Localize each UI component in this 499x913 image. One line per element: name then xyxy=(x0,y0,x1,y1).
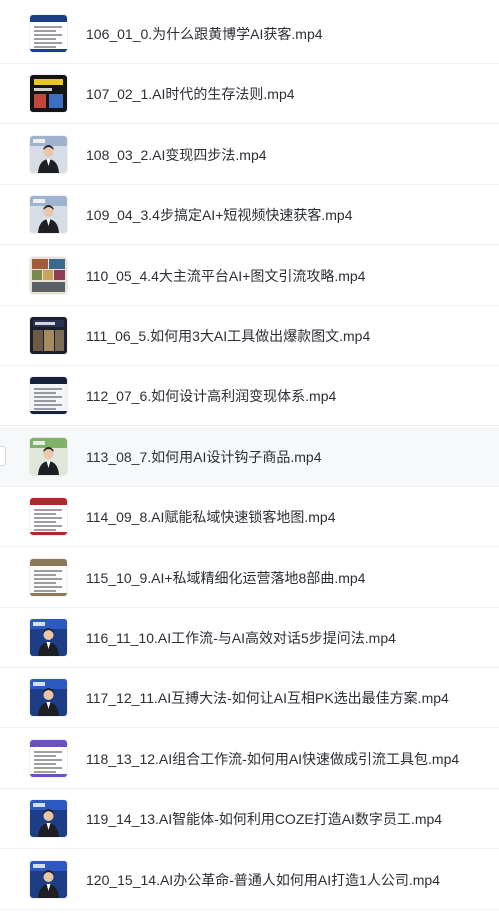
file-row[interactable]: 107_02_1.AI时代的生存法则.mp4 xyxy=(0,64,499,125)
video-thumbnail-dark xyxy=(30,75,67,113)
file-name: 120_15_14.AI办公革命-普通人如何用AI打造1人公司.mp4 xyxy=(86,871,440,888)
file-row[interactable]: 106_01_0.为什么跟黄博学AI获客.mp4 xyxy=(0,4,499,64)
file-row[interactable]: 118_13_12.AI组合工作流-如何用AI快速做成引流工具包.mp4 xyxy=(0,729,499,789)
file-name: 108_03_2.AI变现四步法.mp4 xyxy=(86,146,267,163)
file-row[interactable]: 112_07_6.如何设计高利润变现体系.mp4 xyxy=(0,366,499,427)
video-thumbnail-presenter xyxy=(30,135,67,173)
file-row[interactable]: 113_08_7.如何用AI设计钩子商品.mp4 xyxy=(0,426,499,487)
video-thumbnail-doc-light xyxy=(30,558,67,596)
file-row[interactable]: 114_09_8.AI赋能私域快速锁客地图.mp4 xyxy=(0,487,499,548)
row-select-handle[interactable] xyxy=(0,445,6,466)
file-row[interactable]: 116_11_10.AI工作流-与AI高效对话5步提问法.mp4 xyxy=(0,608,499,668)
file-row[interactable]: 111_06_5.如何用3大AI工具做出爆款图文.mp4 xyxy=(0,306,499,366)
file-row[interactable]: 109_04_3.4步搞定AI+短视频快速获客.mp4 xyxy=(0,185,499,246)
file-name: 115_10_9.AI+私域精细化运营落地8部曲.mp4 xyxy=(86,569,366,586)
video-thumbnail-presenter xyxy=(30,196,67,234)
video-thumbnail-doc-purple xyxy=(30,739,67,777)
video-thumbnail-collage xyxy=(30,256,67,294)
file-row[interactable]: 117_12_11.AI互搏大法-如何让AI互相PK选出最佳方案.mp4 xyxy=(0,668,499,729)
video-thumbnail-doc-red xyxy=(30,498,67,536)
file-name: 113_08_7.如何用AI设计钩子商品.mp4 xyxy=(86,448,322,465)
file-row[interactable]: 108_03_2.AI变现四步法.mp4 xyxy=(0,125,499,185)
file-name: 112_07_6.如何设计高利润变现体系.mp4 xyxy=(86,388,337,405)
file-name: 119_14_13.AI智能体-如何利用COZE打造AI数字员工.mp4 xyxy=(86,811,443,828)
video-thumbnail-doc-dark xyxy=(30,377,67,415)
file-name: 114_09_8.AI赋能私域快速锁客地图.mp4 xyxy=(86,509,336,526)
video-thumbnail-presenter-blue xyxy=(30,800,67,838)
video-thumbnail-presenter-blue xyxy=(30,679,67,717)
file-name: 107_02_1.AI时代的生存法则.mp4 xyxy=(86,86,295,103)
video-thumbnail-collage-dark xyxy=(30,317,67,354)
video-thumbnail-presenter-blue xyxy=(30,619,67,656)
file-name: 116_11_10.AI工作流-与AI高效对话5步提问法.mp4 xyxy=(86,630,396,646)
video-thumbnail-doc xyxy=(30,15,67,52)
file-row[interactable]: 110_05_4.4大主流平台AI+图文引流攻略.mp4 xyxy=(0,246,499,306)
file-name: 117_12_11.AI互搏大法-如何让AI互相PK选出最佳方案.mp4 xyxy=(86,690,449,707)
file-name: 118_13_12.AI组合工作流-如何用AI快速做成引流工具包.mp4 xyxy=(86,750,460,767)
file-row[interactable]: 115_10_9.AI+私域精细化运营落地8部曲.mp4 xyxy=(0,548,499,608)
file-list: 106_01_0.为什么跟黄博学AI获客.mp4 107_02_1.AI时代的生存… xyxy=(0,0,499,913)
file-row[interactable]: 119_14_13.AI智能体-如何利用COZE打造AI数字员工.mp4 xyxy=(0,789,499,850)
file-name: 109_04_3.4步搞定AI+短视频快速获客.mp4 xyxy=(86,207,353,224)
file-name: 106_01_0.为什么跟黄博学AI获客.mp4 xyxy=(86,26,323,42)
video-thumbnail-presenter-blue xyxy=(30,860,67,898)
file-name: 110_05_4.4大主流平台AI+图文引流攻略.mp4 xyxy=(86,267,366,284)
video-thumbnail-presenter-green xyxy=(30,437,67,475)
file-name: 111_06_5.如何用3大AI工具做出爆款图文.mp4 xyxy=(86,328,371,344)
file-row[interactable]: 120_15_14.AI办公革命-普通人如何用AI打造1人公司.mp4 xyxy=(0,850,499,910)
